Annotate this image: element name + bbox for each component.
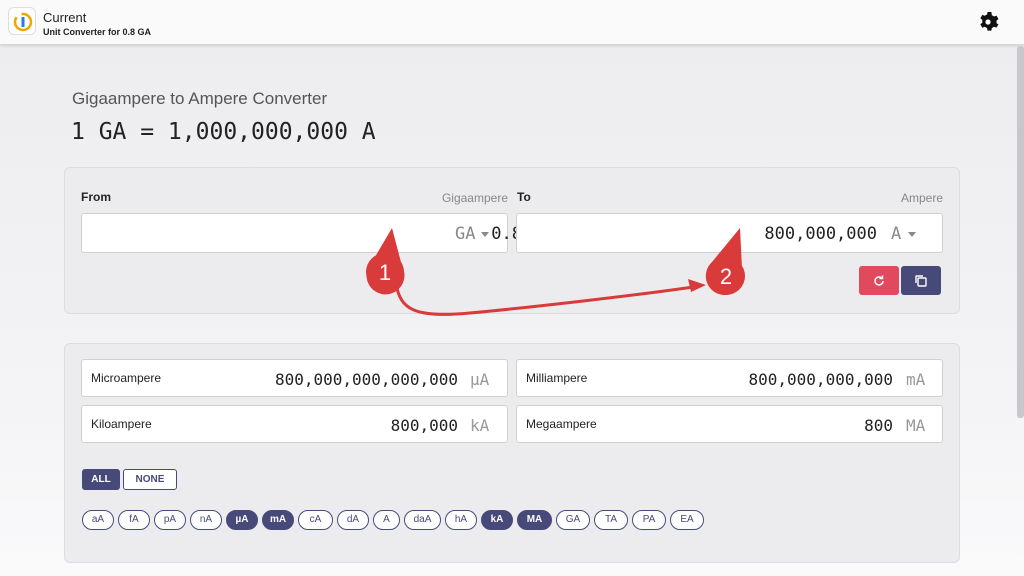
unit-chip[interactable]: pA: [154, 510, 186, 530]
chevron-down-icon[interactable]: [908, 232, 916, 237]
page-scrollbar[interactable]: [1017, 46, 1024, 418]
result-unit-name: Kiloampere: [91, 417, 152, 431]
result-unit-symbol: µA: [470, 370, 490, 389]
select-none-button[interactable]: NONE: [123, 469, 177, 490]
copy-button[interactable]: [901, 266, 941, 295]
from-input[interactable]: 0.8 GA: [81, 213, 522, 253]
from-unit-select[interactable]: GA: [455, 224, 475, 244]
result-unit-name: Microampere: [91, 371, 162, 385]
unit-chip[interactable]: fA: [118, 510, 150, 530]
from-label: From: [81, 190, 111, 204]
unit-chip[interactable]: MA: [517, 510, 552, 530]
result-unit-name: Megaampere: [526, 417, 597, 431]
refresh-icon: [874, 275, 884, 286]
select-all-button[interactable]: ALL: [82, 469, 120, 490]
result-row[interactable]: Microampere 800,000,000,000,000 µA: [81, 359, 508, 397]
result-row[interactable]: Kiloampere 800,000 kA: [81, 405, 508, 443]
unit-chip[interactable]: GA: [556, 510, 590, 530]
result-unit-symbol: kA: [470, 416, 490, 435]
result-value: 800,000,000,000,000: [274, 370, 458, 389]
app-header: Current Unit Converter for 0.8 GA: [0, 0, 1024, 45]
to-label: To: [517, 190, 531, 204]
result-value: 800: [864, 416, 893, 435]
result-value: 800,000,000,000: [748, 370, 894, 389]
unit-chip[interactable]: mA: [262, 510, 294, 530]
unit-chip[interactable]: daA: [404, 510, 441, 530]
to-unit-name: Ampere: [900, 191, 943, 205]
to-value[interactable]: 800,000,000: [637, 224, 877, 244]
result-value: 800,000: [390, 416, 458, 435]
unit-chip[interactable]: EA: [670, 510, 704, 530]
unit-chip[interactable]: hA: [445, 510, 477, 530]
chevron-down-icon[interactable]: [481, 232, 489, 237]
result-unit-symbol: MA: [906, 416, 926, 435]
to-input[interactable]: 800,000,000 A: [516, 213, 943, 253]
reset-button[interactable]: [859, 266, 899, 295]
unit-chip[interactable]: µA: [226, 510, 258, 530]
unit-chip[interactable]: cA: [298, 510, 333, 530]
result-unit-symbol: mA: [906, 370, 926, 389]
conversion-equation: 1 GA = 1,000,000,000 A: [71, 119, 376, 145]
to-unit-select[interactable]: A: [891, 224, 901, 244]
unit-chip[interactable]: dA: [337, 510, 369, 530]
unit-chip[interactable]: A: [373, 510, 400, 530]
unit-chip[interactable]: PA: [632, 510, 666, 530]
app-title: Current: [43, 10, 87, 25]
from-unit-name: Gigaampere: [441, 191, 508, 205]
app-subtitle: Unit Converter for 0.8 GA: [43, 27, 152, 37]
result-row[interactable]: Milliampere 800,000,000,000 mA: [516, 359, 943, 397]
unit-chip[interactable]: kA: [481, 510, 513, 530]
result-unit-name: Milliampere: [526, 371, 588, 385]
result-row[interactable]: Megaampere 800 MA: [516, 405, 943, 443]
unit-chip[interactable]: nA: [190, 510, 222, 530]
converter-app-icon: [8, 7, 36, 35]
unit-chip[interactable]: TA: [594, 510, 628, 530]
copy-icon: [915, 275, 927, 287]
page-title: Gigaampere to Ampere Converter: [72, 89, 328, 108]
gear-icon[interactable]: [976, 10, 1000, 34]
unit-chip[interactable]: aA: [82, 510, 114, 530]
